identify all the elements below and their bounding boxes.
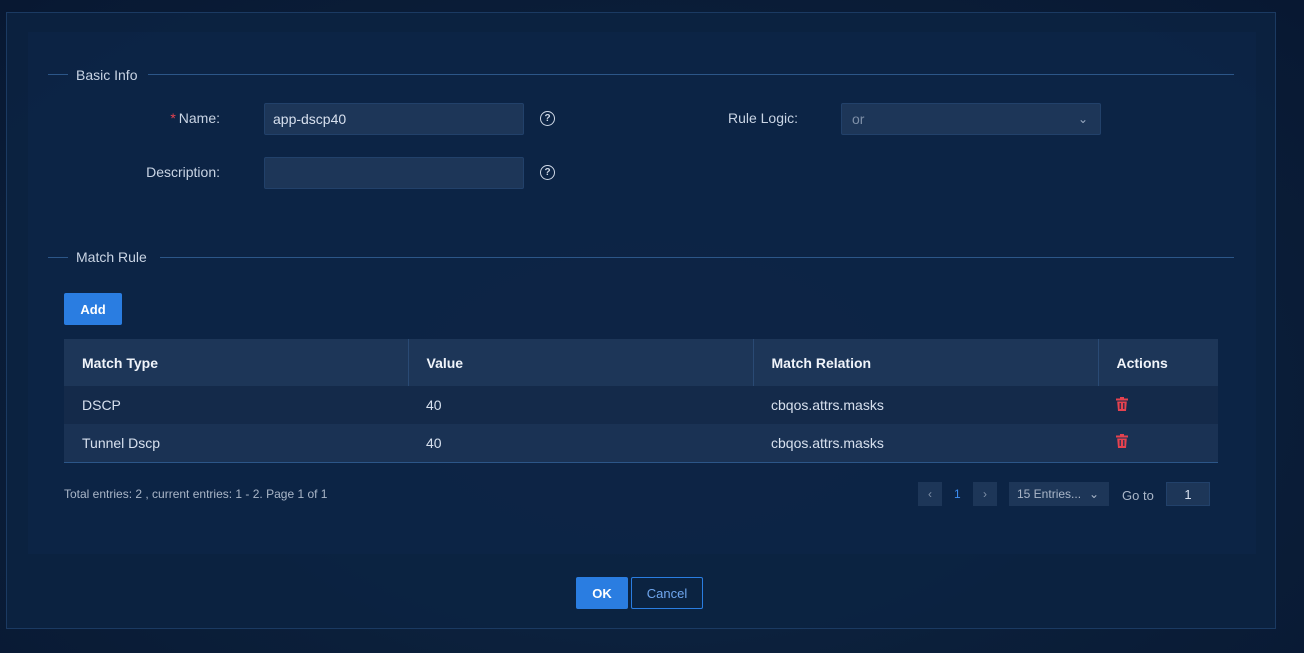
description-help-icon[interactable]: ? (540, 165, 555, 180)
add-button[interactable]: Add (64, 293, 122, 325)
match-rule-table: Match Type Value Match Relation Actions … (64, 339, 1218, 463)
match-rule-title: Match Rule (76, 249, 147, 265)
pagination-summary: Total entries: 2 , current entries: 1 - … (64, 487, 328, 501)
rule-logic-label: Rule Logic: (727, 110, 798, 126)
section-divider-right (160, 257, 1234, 258)
name-help-icon[interactable]: ? (540, 111, 555, 126)
goto-page-input[interactable] (1166, 482, 1210, 506)
table-row: DSCP 40 cbqos.attrs.masks (64, 386, 1218, 424)
cell-match-relation: cbqos.attrs.masks (753, 424, 1098, 463)
required-marker: * (170, 110, 176, 126)
delete-icon[interactable] (1116, 434, 1128, 449)
cell-match-relation: cbqos.attrs.masks (753, 386, 1098, 424)
ok-button[interactable]: OK (576, 577, 628, 609)
basic-info-title: Basic Info (76, 67, 138, 83)
description-label: Description: (146, 164, 220, 180)
cell-actions (1098, 424, 1218, 463)
column-header-match-type[interactable]: Match Type (64, 339, 409, 386)
page-size-value: 15 Entries... (1017, 487, 1082, 501)
table-row: Tunnel Dscp 40 cbqos.attrs.masks (64, 424, 1218, 463)
cell-value: 40 (408, 386, 753, 424)
name-input[interactable] (264, 103, 524, 135)
table-header-row: Match Type Value Match Relation Actions (64, 339, 1218, 386)
column-header-actions: Actions (1098, 339, 1218, 386)
section-divider-left (48, 257, 68, 258)
description-input[interactable] (264, 157, 524, 189)
rule-logic-select[interactable]: or ⌄ (841, 103, 1101, 135)
cancel-button[interactable]: Cancel (631, 577, 703, 609)
cell-value: 40 (408, 424, 753, 463)
column-header-match-relation[interactable]: Match Relation (753, 339, 1099, 386)
name-label-text: Name: (178, 110, 220, 126)
chevron-right-icon: › (983, 487, 987, 501)
section-divider-right (148, 74, 1234, 75)
column-header-value[interactable]: Value (408, 339, 754, 386)
cell-match-type: Tunnel Dscp (64, 424, 408, 463)
goto-label: Go to (1122, 488, 1154, 503)
chevron-left-icon: ‹ (928, 487, 932, 501)
prev-page-button[interactable]: ‹ (918, 482, 942, 506)
chevron-down-icon: ⌄ (1077, 112, 1088, 126)
rule-logic-value: or (852, 111, 865, 127)
delete-icon[interactable] (1116, 396, 1128, 411)
page-number-current[interactable]: 1 (954, 487, 961, 501)
section-divider-left (48, 74, 68, 75)
cell-actions (1098, 386, 1218, 424)
name-label: * Name: (120, 110, 220, 126)
next-page-button[interactable]: › (973, 482, 997, 506)
page-size-select[interactable]: 15 Entries... ⌄ (1009, 482, 1109, 506)
chevron-down-icon: ⌄ (1088, 487, 1099, 501)
cell-match-type: DSCP (64, 386, 408, 424)
